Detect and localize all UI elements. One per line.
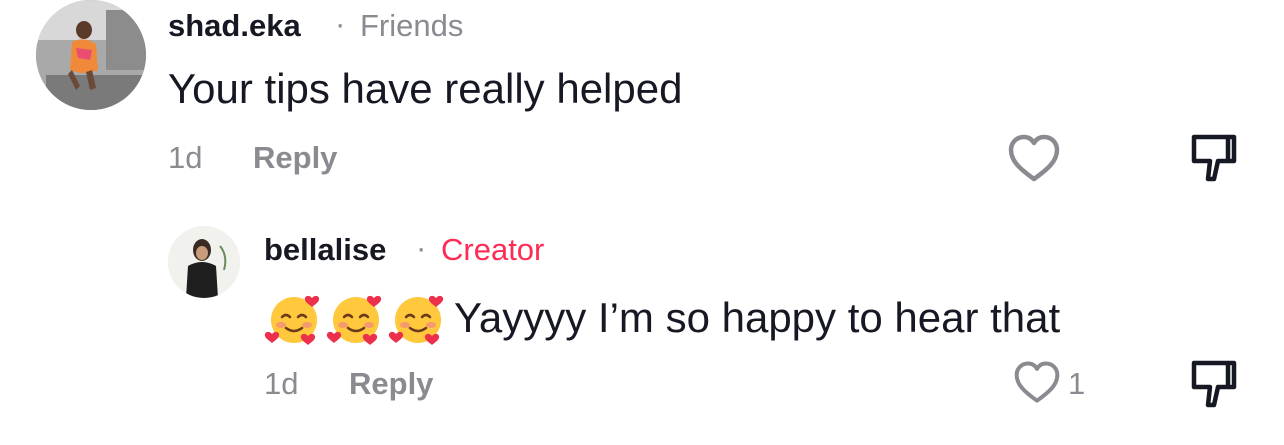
emoji-group — [264, 288, 448, 348]
avatar[interactable] — [36, 0, 146, 110]
thumbs-down-icon — [1191, 134, 1237, 182]
avatar-photo-icon — [168, 226, 240, 298]
creator-tag: Creator — [441, 232, 545, 267]
dislike-button[interactable] — [1188, 357, 1240, 411]
comment-text: Yayyyy I’m so happy to hear that — [454, 294, 1061, 341]
reply-button[interactable]: Reply — [349, 366, 433, 402]
dislike-button[interactable] — [1188, 131, 1240, 185]
avatar[interactable] — [168, 226, 240, 298]
reply-button[interactable]: Reply — [253, 140, 337, 176]
like-count: 1 — [1068, 366, 1086, 401]
avatar-photo-icon — [36, 0, 146, 110]
smiling-face-with-hearts-icon — [326, 295, 382, 345]
comment-username[interactable]: shad.eka — [168, 8, 301, 44]
like-button[interactable] — [1006, 133, 1062, 185]
like-button[interactable] — [1012, 360, 1062, 406]
comment-timestamp: 1d — [168, 140, 203, 175]
comment-timestamp: 1d — [264, 366, 299, 401]
smiling-face-with-hearts-icon — [388, 295, 444, 345]
comment-username[interactable]: bellalise — [264, 232, 386, 268]
thumbs-down-icon — [1191, 360, 1237, 408]
smiling-face-with-hearts-icon — [264, 295, 320, 345]
separator-dot: · — [416, 230, 427, 265]
comment-text: Your tips have really helped — [168, 65, 683, 112]
heart-icon — [1014, 361, 1060, 403]
heart-icon — [1008, 134, 1060, 182]
separator-dot: · — [335, 6, 346, 41]
friends-tag: Friends — [360, 8, 464, 43]
